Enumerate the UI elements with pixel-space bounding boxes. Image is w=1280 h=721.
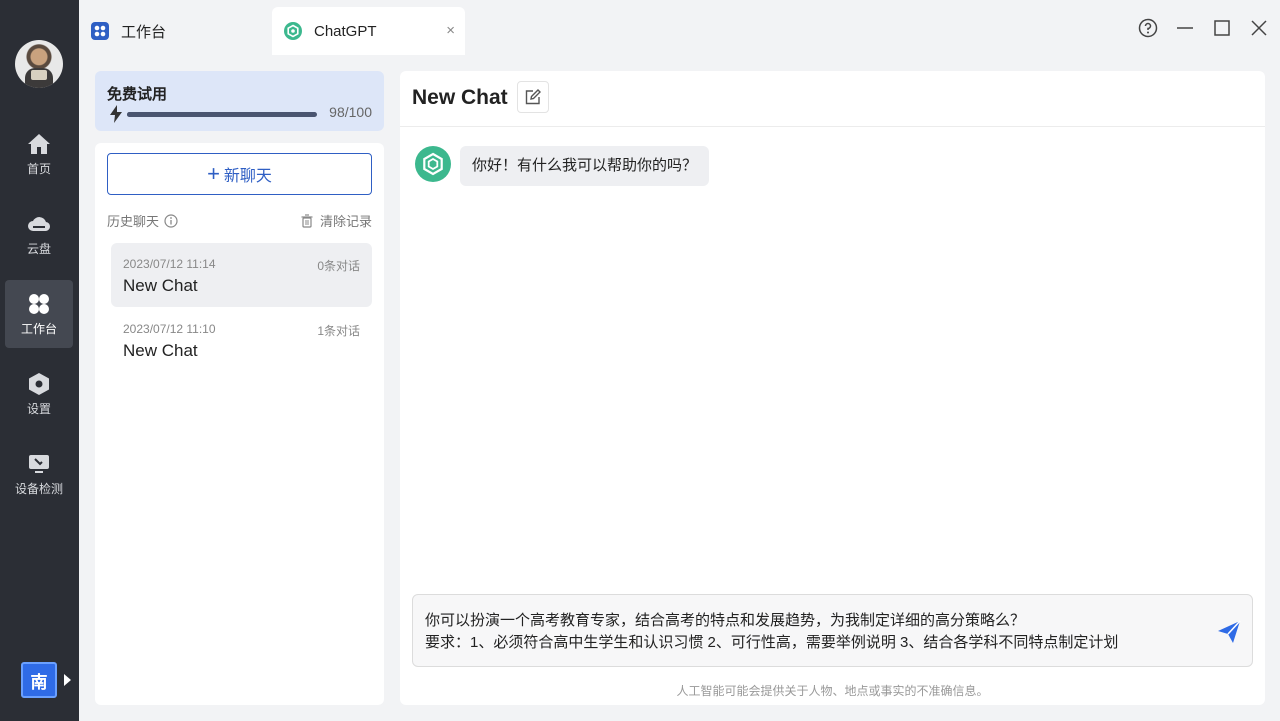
- nav-device-check-label: 设备检测: [14, 481, 63, 496]
- settings-icon: [29, 372, 49, 395]
- message-input[interactable]: 你可以扮演一个高考教育专家，结合高考的特点和发展趋势，为我制定详细的高分策略么？…: [412, 594, 1253, 667]
- nav-cloud-label: 云盘: [26, 241, 51, 256]
- chatgpt-logo-icon: [423, 152, 443, 176]
- nav-home[interactable]: 首页: [5, 120, 73, 188]
- nav-settings-label: 设置: [26, 401, 51, 416]
- nav-workbench-label: 工作台: [20, 321, 57, 336]
- disclaimer-text: 人工智能可能会提供关于人物、地点或事实的不准确信息。: [676, 684, 989, 698]
- chat-header: New Chat: [400, 71, 1265, 127]
- cloud-icon: [28, 216, 51, 231]
- maximize-icon[interactable]: [1212, 18, 1232, 38]
- tab-chatgpt[interactable]: ChatGPT ×: [272, 7, 465, 55]
- message-input-line-2: 要求：1、必须符合高中生学生和认识习惯 2、可行性高，需要举例说明 3、结合各学…: [425, 634, 1119, 651]
- tab-chatgpt-label: ChatGPT: [314, 22, 377, 40]
- history-item[interactable]: 2023/07/12 11:14 0条对话 New Chat: [111, 243, 372, 307]
- history-header-label: 历史聊天: [107, 214, 160, 229]
- history-item[interactable]: 2023/07/12 11:10 1条对话 New Chat: [111, 308, 372, 372]
- nav-settings[interactable]: 设置: [5, 360, 73, 428]
- left-rail: 首页 云盘 工作台 设置 设备检测 南: [0, 0, 79, 721]
- trial-title: 免费试用: [107, 86, 168, 103]
- trash-icon: [301, 213, 313, 228]
- minimize-icon[interactable]: [1175, 18, 1195, 38]
- close-window-icon[interactable]: [1249, 18, 1269, 38]
- history-item-count: 1条对话: [317, 324, 360, 338]
- edit-icon: [525, 89, 541, 105]
- edit-title-button[interactable]: [517, 81, 549, 113]
- send-icon[interactable]: [1216, 619, 1242, 645]
- clear-history-button[interactable]: 清除记录: [300, 211, 372, 230]
- nav-home-label: 首页: [26, 161, 51, 176]
- tab-workbench-label: 工作台: [121, 23, 167, 41]
- trial-count: 98/100: [329, 104, 372, 120]
- history-item-date: 2023/07/12 11:10: [123, 322, 216, 336]
- lightning-icon: [110, 105, 122, 123]
- history-header: 历史聊天: [107, 211, 178, 230]
- assistant-avatar: [415, 146, 451, 182]
- assistant-message: 你好！有什么我可以帮助你的吗？: [460, 146, 710, 186]
- clear-history-label: 清除记录: [319, 214, 372, 229]
- nav-workbench[interactable]: 工作台: [5, 280, 73, 348]
- message-input-line-1: 你可以扮演一个高考教育专家，结合高考的特点和发展趋势，为我制定详细的高分策略么？: [425, 612, 1026, 629]
- plus-icon: +: [207, 161, 220, 186]
- history-item-date: 2023/07/12 11:14: [123, 257, 216, 271]
- trial-progress-bar: [127, 112, 317, 117]
- expand-arrow-icon[interactable]: [64, 674, 71, 686]
- avatar-book: [31, 70, 47, 80]
- chat-title: New Chat: [412, 86, 508, 109]
- home-icon: [28, 133, 50, 154]
- history-item-count: 0条对话: [317, 259, 360, 273]
- tab-workbench[interactable]: 工作台: [79, 7, 271, 55]
- new-chat-button[interactable]: + 新聊天: [107, 153, 372, 195]
- chatgpt-icon: [284, 22, 302, 40]
- new-chat-label: 新聊天: [223, 168, 272, 185]
- message-input-text[interactable]: 你可以扮演一个高考教育专家，结合高考的特点和发展趋势，为我制定详细的高分策略么？…: [425, 610, 1118, 654]
- device-check-icon: [29, 454, 49, 473]
- workbench-icon: [29, 293, 49, 314]
- history-panel: + 新聊天 历史聊天 清除记录 2023/07/12 11:14 0条对话 Ne…: [95, 143, 384, 705]
- info-icon[interactable]: [164, 213, 178, 228]
- help-icon[interactable]: [1138, 18, 1158, 38]
- chat-panel: New Chat 你好！有什么我可以帮助你的吗？ 你可以扮演一个高考教育专家，结…: [400, 71, 1265, 705]
- user-badge[interactable]: 南: [21, 662, 57, 698]
- user-avatar[interactable]: [15, 40, 63, 88]
- trial-progress-fill: [127, 112, 314, 117]
- history-item-title: New Chat: [123, 276, 198, 295]
- nav-cloud[interactable]: 云盘: [5, 200, 73, 268]
- trial-card: 免费试用 98/100: [95, 71, 384, 131]
- nav-device-check[interactable]: 设备检测: [5, 440, 73, 508]
- workbench-app-icon: [91, 22, 109, 40]
- close-tab-icon[interactable]: ×: [446, 22, 455, 39]
- history-item-title: New Chat: [123, 341, 198, 360]
